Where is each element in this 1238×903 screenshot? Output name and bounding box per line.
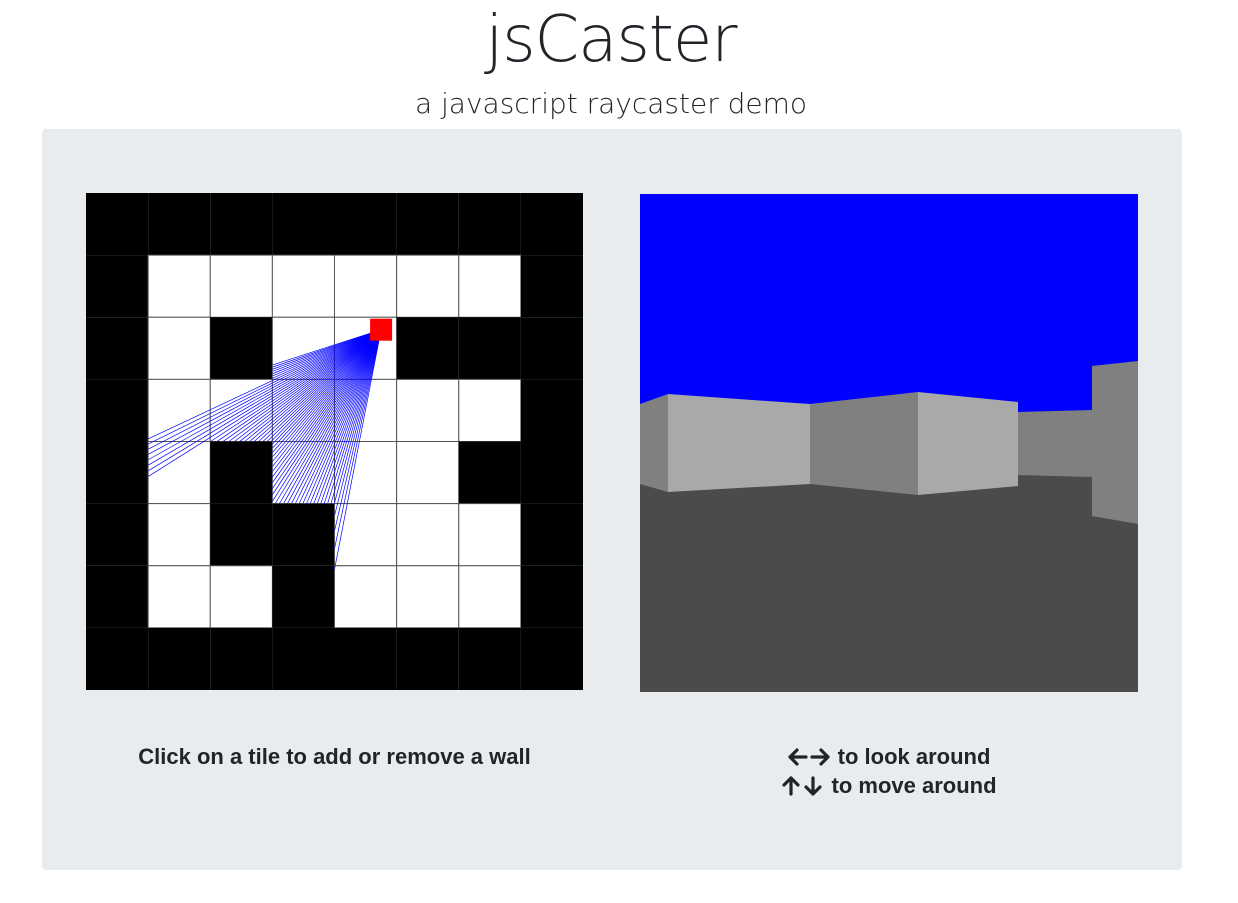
move-text: to move around <box>831 773 997 798</box>
map-floor-tile[interactable] <box>209 254 273 318</box>
map-wall-tile[interactable] <box>396 627 459 690</box>
wall-segment <box>1092 361 1138 524</box>
page-title: jsCaster <box>485 3 737 77</box>
map-floor-tile[interactable] <box>396 254 460 318</box>
map-wall-tile[interactable] <box>520 441 583 504</box>
map-wall-tile[interactable] <box>86 193 149 256</box>
map-floor-tile[interactable] <box>147 316 211 380</box>
map-wall-tile[interactable] <box>520 193 583 256</box>
arrow-left-icon <box>787 747 808 767</box>
look-instruction: to look around <box>640 742 1138 771</box>
map-wall-tile[interactable] <box>272 627 335 690</box>
map-wall-tile[interactable] <box>458 627 521 690</box>
map-floor-tile[interactable] <box>147 441 211 505</box>
map-wall-tile[interactable] <box>520 503 583 566</box>
map-wall-tile[interactable] <box>458 193 521 256</box>
map-wall-tile[interactable] <box>520 255 583 318</box>
map-wall-tile[interactable] <box>86 317 149 380</box>
map-wall-tile[interactable] <box>458 441 521 504</box>
player-marker <box>370 318 393 341</box>
map-canvas[interactable] <box>86 193 583 690</box>
map-wall-tile[interactable] <box>210 317 273 380</box>
page-subtitle: a javascript raycaster demo <box>414 87 808 120</box>
map-wall-tile[interactable] <box>458 317 521 380</box>
map-wall-tile[interactable] <box>520 627 583 690</box>
map-floor-tile[interactable] <box>396 503 460 567</box>
map-floor-tile[interactable] <box>334 254 398 318</box>
map-wall-tile[interactable] <box>396 317 459 380</box>
map-wall-tile[interactable] <box>520 565 583 628</box>
wall-segment <box>1018 410 1092 477</box>
map-floor-tile[interactable] <box>147 503 211 567</box>
wall-segment <box>918 392 1018 495</box>
map-floor-tile[interactable] <box>334 565 398 629</box>
map-floor-tile[interactable] <box>334 503 398 567</box>
map-wall-tile[interactable] <box>86 565 149 628</box>
map-wall-tile[interactable] <box>272 193 335 256</box>
arrow-up-icon <box>781 776 801 796</box>
map-floor-tile[interactable] <box>147 565 211 629</box>
map-wall-tile[interactable] <box>210 193 273 256</box>
map-wall-tile[interactable] <box>272 503 335 566</box>
map-instruction: Click on a tile to add or remove a wall <box>138 744 531 769</box>
map-wall-tile[interactable] <box>86 379 149 442</box>
map-floor-tile[interactable] <box>396 441 460 505</box>
arrow-down-icon <box>803 776 823 796</box>
map-floor-tile[interactable] <box>396 378 460 442</box>
map-wall-tile[interactable] <box>148 627 211 690</box>
wall-segment <box>668 394 810 492</box>
map-floor-tile[interactable] <box>209 565 273 629</box>
map-wall-tile[interactable] <box>210 627 273 690</box>
move-instruction: to move around <box>640 771 1138 800</box>
map-floor-tile[interactable] <box>458 503 522 567</box>
map-floor-tile[interactable] <box>396 565 460 629</box>
arrow-right-icon <box>809 747 830 767</box>
map-wall-tile[interactable] <box>86 503 149 566</box>
map-wall-tile[interactable] <box>520 379 583 442</box>
wall-segment <box>810 392 918 495</box>
map-wall-tile[interactable] <box>520 317 583 380</box>
controls-instructions: to look around to move around <box>640 742 1138 800</box>
map-wall-tile[interactable] <box>334 627 397 690</box>
wall-segment <box>640 394 668 492</box>
map-floor-tile[interactable] <box>458 378 522 442</box>
map-wall-tile[interactable] <box>86 441 149 504</box>
look-text: to look around <box>837 744 991 769</box>
map-wall-tile[interactable] <box>86 255 149 318</box>
map-wall-tile[interactable] <box>210 503 273 566</box>
map-wall-tile[interactable] <box>86 627 149 690</box>
map-floor-tile[interactable] <box>271 254 335 318</box>
map-wall-tile[interactable] <box>334 193 397 256</box>
map-floor-tile[interactable] <box>458 565 522 629</box>
map-wall-tile[interactable] <box>148 193 211 256</box>
map-floor-tile[interactable] <box>147 254 211 318</box>
map-wall-tile[interactable] <box>396 193 459 256</box>
map-floor-tile[interactable] <box>458 254 522 318</box>
demo-panel: Click on a tile to add or remove a wall … <box>42 129 1182 870</box>
view-canvas <box>640 194 1138 692</box>
map-wall-tile[interactable] <box>272 565 335 628</box>
map-wall-tile[interactable] <box>210 441 273 504</box>
map-floor-tile[interactable] <box>147 378 211 442</box>
